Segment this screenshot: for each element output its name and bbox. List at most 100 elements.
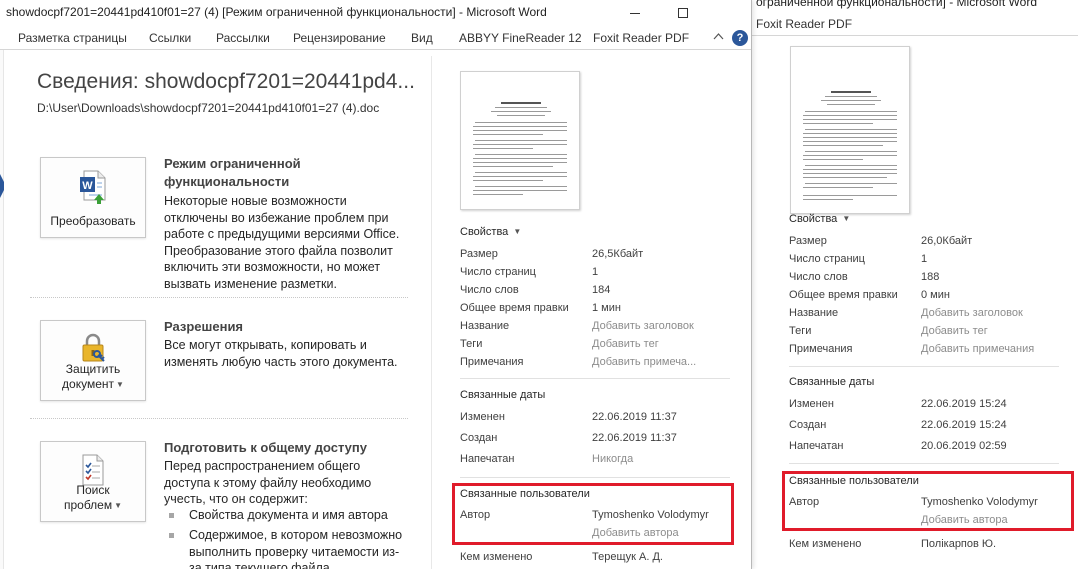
prop-label-tags: Теги [460,338,483,350]
document-thumbnail[interactable] [790,46,910,214]
ribbon-tabs: Разметка страницы Ссылки Рассылки Реценз… [0,28,751,50]
prop-value-title[interactable]: Добавить заголовок [921,307,1023,319]
prop-value-size: 26,5Кбайт [592,248,644,260]
compat-mode-heading: Режим ограниченной функциональности [164,156,301,189]
prop-value-comments[interactable]: Добавить примеча... [592,356,696,368]
date-label-created: Создан [789,419,827,431]
ribbon-divider [752,35,1078,36]
caret-down-icon: ▼ [842,214,851,223]
prop-value-words: 188 [921,271,940,283]
section-divider [30,297,408,298]
check-issues-button[interactable]: Поиск проблем ▼ [40,441,146,522]
title-bar: showdocpf7201=20441pd410f01=27 (4) [Режи… [0,0,751,26]
document-check-icon [78,454,108,489]
window-title: ограниченной функциональности] - Microso… [756,0,1037,9]
word-convert-icon: W [78,170,108,207]
maximize-icon[interactable] [660,0,706,26]
tab-mailings[interactable]: Рассылки [216,31,270,45]
properties-header[interactable]: Свойства ▼ [460,226,521,238]
help-icon[interactable]: ? [732,30,748,46]
tab-review[interactable]: Рецензирование [293,31,386,45]
caret-down-icon: ▼ [513,227,522,236]
prop-value-tags[interactable]: Добавить тег [592,338,659,350]
convert-button-label: Преобразовать [50,214,136,228]
date-label-modified: Изменен [460,411,505,423]
tab-view[interactable]: Вид [411,31,433,45]
date-label-printed: Напечатан [789,440,844,452]
modified-by-value: Терещук А. Д. [592,551,663,563]
prop-label-words: Число слов [789,271,848,283]
highlight-box [782,471,1074,531]
backstage-nav-edge [0,50,4,569]
protect-label-2: документ [62,377,115,391]
prop-value-size: 26,0Кбайт [921,235,973,247]
prop-value-edit-time: 1 мин [592,302,621,314]
tab-references[interactable]: Ссылки [149,31,191,45]
section-divider [30,418,408,419]
modified-by-value: Полікарпов Ю. [921,538,997,550]
divider [789,366,1059,367]
prop-label-title: Название [460,320,510,332]
modified-by-label: Кем изменено [789,538,862,550]
list-item: Содержимое, в котором невозможно выполни… [169,527,404,569]
related-dates-header: Связанные даты [789,376,875,388]
convert-button[interactable]: W Преобразовать [40,157,146,238]
date-value-printed: 20.06.2019 02:59 [921,440,1007,452]
page-title: Сведения: showdocpf7201=20441pd4... [37,70,415,93]
date-value-printed: Никогда [592,453,634,465]
window-title: showdocpf7201=20441pd410f01=27 (4) [Режи… [6,5,547,19]
protect-document-button[interactable]: Защитить документ ▼ [40,320,146,401]
prop-label-words: Число слов [460,284,519,296]
compat-mode-description: Некоторые новые возможности отключены во… [164,194,400,291]
prop-value-edit-time: 0 мин [921,289,950,301]
caret-down-icon: ▼ [116,380,124,389]
prop-label-edit-time: Общее время правки [460,302,569,314]
prop-label-size: Размер [460,248,498,260]
date-label-created: Создан [460,432,498,444]
tab-foxit[interactable]: Foxit Reader PDF [593,31,689,45]
divider [460,378,730,379]
word-window: showdocpf7201=20441pd410f01=27 (4) [Режи… [0,0,752,569]
permissions-description: Все могут открывать, копировать и изменя… [164,338,398,369]
date-value-created: 22.06.2019 11:37 [592,432,677,444]
date-value-modified: 22.06.2019 11:37 [592,411,677,423]
permissions-heading: Разрешения [164,319,244,334]
svg-text:W: W [82,180,93,192]
date-label-printed: Напечатан [460,453,515,465]
background-word-window: ограниченной функциональности] - Microso… [752,0,1078,569]
prop-value-tags[interactable]: Добавить тег [921,325,988,337]
prop-label-pages: Число страниц [789,253,865,265]
prop-label-comments: Примечания [460,356,524,368]
date-value-created: 22.06.2019 15:24 [921,419,1007,431]
prop-label-edit-time: Общее время правки [789,289,898,301]
minimize-icon[interactable] [612,0,658,26]
prop-label-tags: Теги [789,325,812,337]
prop-label-title: Название [789,307,839,319]
prop-label-size: Размер [789,235,827,247]
prepare-sharing-heading: Подготовить к общему доступу [164,440,367,455]
date-label-modified: Изменен [789,398,834,410]
related-dates-header: Связанные даты [460,389,546,401]
divider [789,463,1059,464]
prop-value-words: 184 [592,284,611,296]
document-thumbnail[interactable] [460,71,580,210]
tab-abbyy[interactable]: ABBYY FineReader 12 [459,31,582,45]
check-issues-label-2: проблем [63,498,113,512]
prop-value-pages: 1 [592,266,599,278]
tab-page-layout[interactable]: Разметка страницы [18,31,127,45]
column-divider [431,56,432,569]
modified-by-label: Кем изменено [460,551,533,563]
highlight-box [452,483,734,545]
back-arrow-icon[interactable] [0,168,4,204]
divider [460,477,730,478]
ribbon-tab-foxit[interactable]: Foxit Reader PDF [752,14,1078,34]
prop-value-pages: 1 [921,253,928,265]
prop-value-title[interactable]: Добавить заголовок [592,320,694,332]
list-item: Свойства документа и имя автора [169,507,404,524]
file-path: D:\User\Downloads\showdocpf7201=20441pd4… [37,101,380,115]
chevron-up-icon[interactable] [713,31,724,45]
prop-value-comments[interactable]: Добавить примечания [921,343,1034,355]
lock-key-icon [78,333,108,368]
properties-header[interactable]: Свойства ▼ [789,213,850,225]
prop-label-pages: Число страниц [460,266,536,278]
